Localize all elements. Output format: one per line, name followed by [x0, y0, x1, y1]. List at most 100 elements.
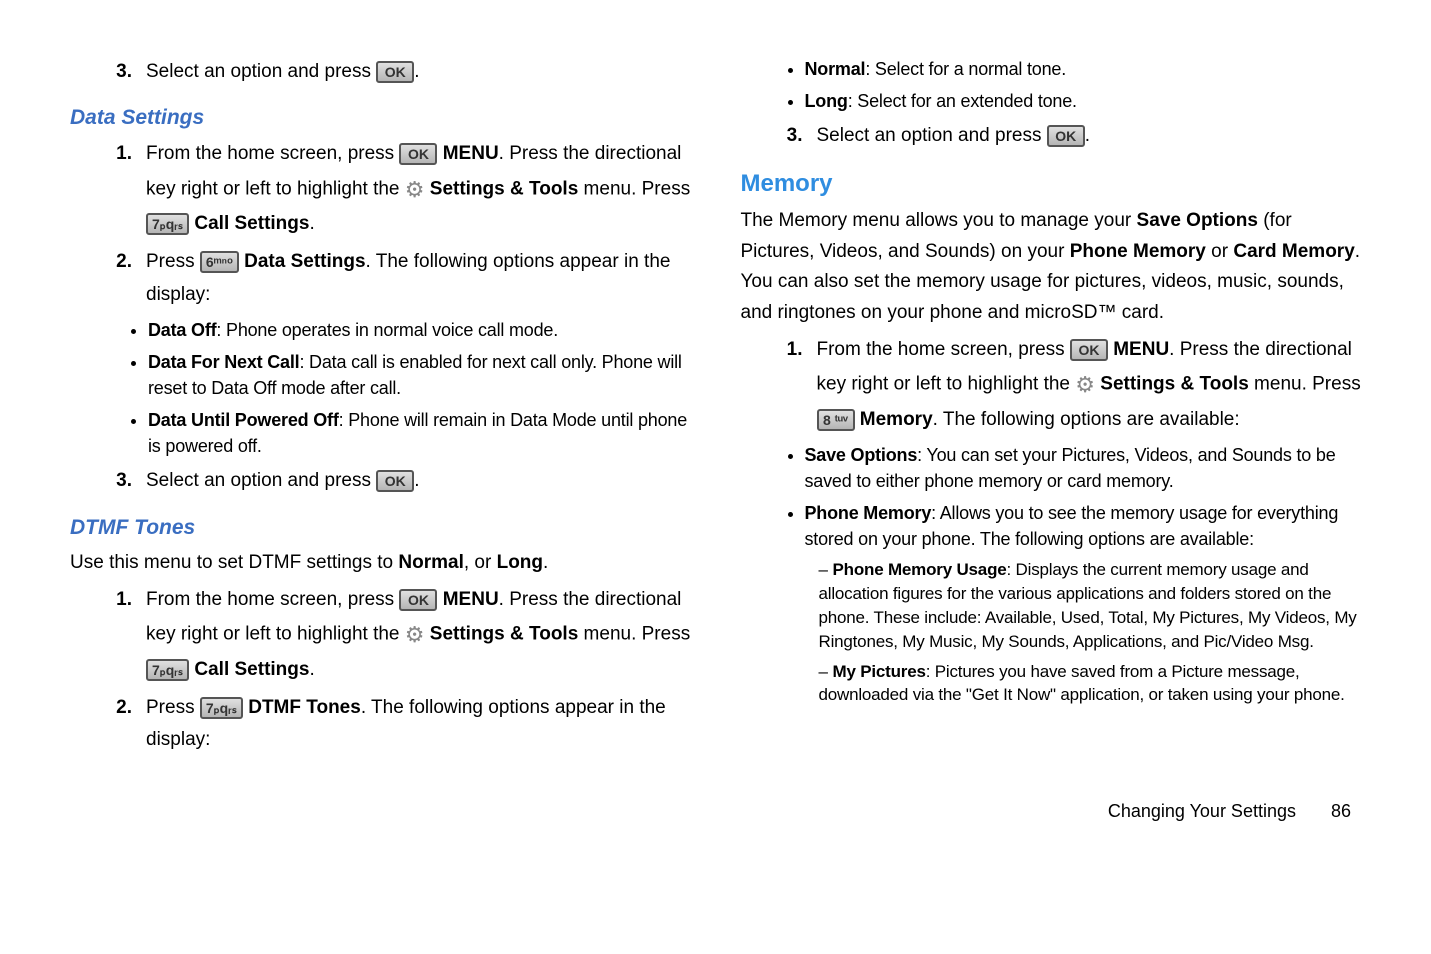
t: , or	[464, 552, 497, 573]
mem-step-1: 1. From the home screen, press OK MENU. …	[759, 334, 1362, 436]
text: .	[1085, 125, 1090, 146]
step-number: 1.	[759, 334, 817, 436]
memory-label: Memory	[860, 409, 933, 430]
text: .	[309, 659, 314, 680]
gear-icon	[1075, 366, 1095, 403]
dt-step-2: 2. Press 7ₚqᵣₛ DTMF Tones. The following…	[88, 692, 691, 757]
dt-step-1: 1. From the home screen, press OK MENU. …	[88, 584, 691, 686]
dash-icon: –	[819, 558, 833, 582]
b: Long	[497, 552, 543, 573]
list-item: Data Until Powered Off: Phone will remai…	[148, 407, 691, 459]
key-7-icon: 7ₚqᵣₛ	[146, 659, 189, 681]
step-body: Select an option and press OK.	[146, 465, 691, 497]
step-number: 3.	[88, 56, 146, 88]
b: Data Off	[148, 320, 216, 340]
list-item: Phone Memory: Allows you to see the memo…	[805, 500, 1362, 552]
dtmf-intro: Use this menu to set DTMF settings to No…	[70, 548, 691, 578]
ds-bullet-list: Data Off: Phone operates in normal voice…	[126, 317, 691, 459]
menu-label: MENU	[1113, 339, 1169, 360]
key-6-icon: 6ᵐⁿᵒ	[200, 251, 239, 273]
step-body: Press 7ₚqᵣₛ DTMF Tones. The following op…	[146, 692, 691, 757]
t: : Select for a normal tone.	[865, 59, 1066, 79]
text: menu. Press	[578, 178, 690, 199]
menu-label: MENU	[443, 589, 499, 610]
text: Select an option and press	[146, 470, 376, 491]
manual-page: 3. Select an option and press OK. Data S…	[0, 0, 1431, 793]
memory-intro: The Memory menu allows you to manage you…	[741, 206, 1362, 328]
dtmf-bullet-list: Normal: Select for a normal tone. Long: …	[783, 56, 1362, 114]
b: Data For Next Call	[148, 352, 299, 372]
step-number: 2.	[88, 246, 146, 311]
t: : Phone operates in normal voice call mo…	[216, 320, 558, 340]
step-body: From the home screen, press OK MENU. Pre…	[146, 584, 691, 686]
left-column: 3. Select an option and press OK. Data S…	[70, 50, 691, 763]
list-item: Data For Next Call: Data call is enabled…	[148, 349, 691, 401]
settings-tools-label: Settings & Tools	[430, 178, 578, 199]
t: The Memory menu allows you to manage you…	[741, 210, 1137, 231]
text: . The following options are available:	[933, 409, 1240, 430]
ds-step-3: 3. Select an option and press OK.	[88, 465, 691, 497]
step-body: Press 6ᵐⁿᵒ Data Settings. The following …	[146, 246, 691, 311]
page-number: 86	[1301, 801, 1351, 822]
b: Phone Memory	[805, 503, 932, 523]
list-item: Long: Select for an extended tone.	[805, 88, 1362, 114]
r-step-3: 3. Select an option and press OK.	[759, 120, 1362, 152]
ok-key-icon: OK	[376, 61, 414, 83]
text: menu. Press	[1249, 374, 1361, 395]
b: Phone Memory Usage	[833, 560, 1007, 579]
step-3-top: 3. Select an option and press OK.	[88, 56, 691, 88]
text: .	[414, 470, 419, 491]
b: Save Options	[805, 445, 918, 465]
step-number: 1.	[88, 584, 146, 686]
step-number: 1.	[88, 138, 146, 240]
text: From the home screen, press	[146, 589, 399, 610]
heading-data-settings: Data Settings	[70, 106, 691, 130]
b: My Pictures	[833, 662, 926, 681]
dtmf-label: DTMF Tones	[248, 697, 361, 718]
right-column: Normal: Select for a normal tone. Long: …	[741, 50, 1362, 763]
list-item: Data Off: Phone operates in normal voice…	[148, 317, 691, 343]
step-number: 3.	[88, 465, 146, 497]
gear-icon	[405, 171, 425, 208]
heading-dtmf: DTMF Tones	[70, 516, 691, 540]
key-8-icon: 8 ᵗᵘᵛ	[817, 409, 855, 431]
ds-step-1: 1. From the home screen, press OK MENU. …	[88, 138, 691, 240]
settings-tools-label: Settings & Tools	[430, 624, 578, 645]
key-7-icon: 7ₚqᵣₛ	[146, 213, 189, 235]
step-number: 3.	[759, 120, 817, 152]
page-footer: Changing Your Settings 86	[0, 793, 1431, 842]
b: Card Memory	[1233, 241, 1354, 262]
heading-memory: Memory	[741, 170, 1362, 198]
step-body: Select an option and press OK.	[146, 56, 691, 88]
call-settings-label: Call Settings	[194, 659, 309, 680]
mem-bullet-list: Save Options: You can set your Pictures,…	[783, 442, 1362, 552]
text: From the home screen, press	[817, 339, 1070, 360]
b: Phone Memory	[1070, 241, 1206, 262]
step-body: Select an option and press OK.	[817, 120, 1362, 152]
call-settings-label: Call Settings	[194, 213, 309, 234]
ok-key-icon: OK	[1047, 125, 1085, 147]
t: .	[543, 552, 548, 573]
text: menu. Press	[578, 624, 690, 645]
step-body: From the home screen, press OK MENU. Pre…	[146, 138, 691, 240]
text: .	[309, 213, 314, 234]
settings-tools-label: Settings & Tools	[1100, 374, 1248, 395]
text: Select an option and press	[817, 125, 1047, 146]
gear-icon	[405, 616, 425, 653]
footer-title: Changing Your Settings	[1108, 801, 1296, 821]
data-settings-label: Data Settings	[244, 251, 365, 272]
ok-key-icon: OK	[1070, 339, 1108, 361]
menu-label: MENU	[443, 143, 499, 164]
ok-key-icon: OK	[399, 589, 437, 611]
text: .	[414, 61, 419, 82]
list-item: Normal: Select for a normal tone.	[805, 56, 1362, 82]
text: Select an option and press	[146, 61, 376, 82]
ds-step-2: 2. Press 6ᵐⁿᵒ Data Settings. The followi…	[88, 246, 691, 311]
step-body: From the home screen, press OK MENU. Pre…	[817, 334, 1362, 436]
text: From the home screen, press	[146, 143, 399, 164]
t: : Select for an extended tone.	[848, 91, 1077, 111]
sub-item: –Phone Memory Usage: Displays the curren…	[819, 558, 1362, 653]
step-number: 2.	[88, 692, 146, 757]
b: Long	[805, 91, 848, 111]
ok-key-icon: OK	[399, 143, 437, 165]
